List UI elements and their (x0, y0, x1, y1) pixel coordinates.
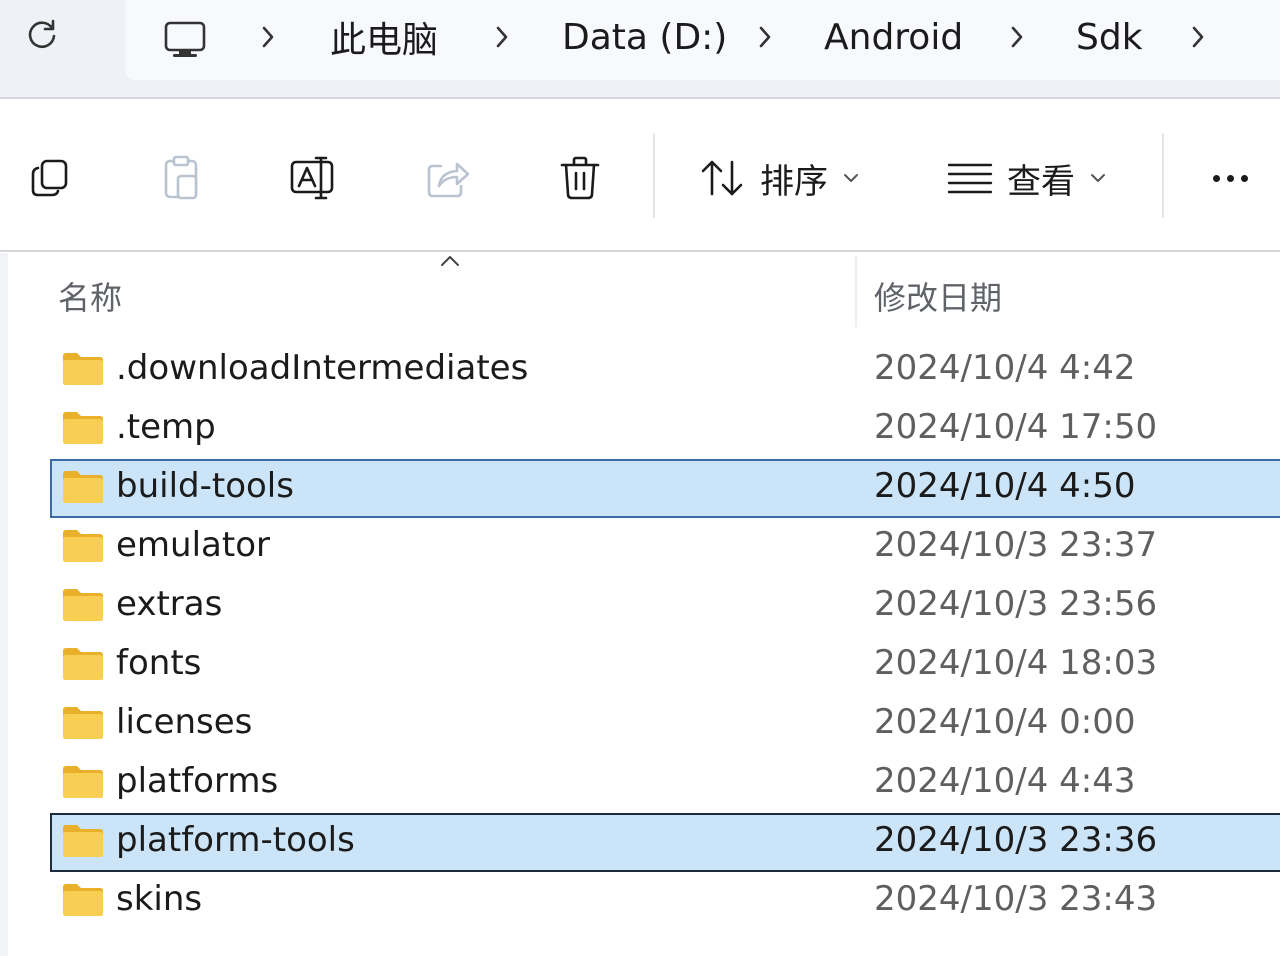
file-row[interactable]: .temp 2024/10/4 17:50 (50, 400, 1280, 459)
folder-icon (62, 647, 104, 681)
delete-icon (560, 156, 600, 200)
address-bar: 此电脑 Data (D:) Android Sdk (0, 0, 1280, 99)
sort-label: 排序 (760, 161, 828, 202)
more-icon[interactable] (1200, 148, 1260, 208)
delete-button[interactable] (550, 148, 610, 208)
file-modified-date: 2024/10/3 23:37 (874, 525, 1158, 565)
file-list: 名称 修改日期 .downloadIntermediates 2024/10/4 … (0, 253, 1280, 956)
file-row[interactable]: platform-tools 2024/10/3 23:36 (50, 813, 1280, 872)
sort-icon (701, 160, 743, 196)
file-row[interactable]: extras 2024/10/3 23:56 (50, 577, 1280, 636)
rename-button[interactable] (284, 148, 344, 208)
chevron-right-icon[interactable] (1183, 0, 1213, 74)
file-row[interactable]: build-tools 2024/10/4 4:50 (50, 459, 1280, 518)
folder-icon (62, 470, 104, 504)
file-name: emulator (116, 525, 270, 565)
column-divider[interactable] (855, 255, 857, 327)
column-header: 名称 修改日期 (0, 253, 1280, 331)
folder-icon (62, 411, 104, 445)
file-row[interactable]: licenses 2024/10/4 0:00 (50, 695, 1280, 754)
chevron-right-icon[interactable] (750, 0, 780, 74)
breadcrumb: 此电脑 Data (D:) Android Sdk (125, 0, 1280, 80)
toolbar-separator (1162, 133, 1164, 218)
column-header-name[interactable]: 名称 (58, 273, 122, 319)
folder-icon (62, 883, 104, 917)
folder-icon (62, 706, 104, 740)
file-modified-date: 2024/10/4 4:43 (874, 761, 1136, 801)
file-modified-date: 2024/10/4 4:50 (874, 466, 1136, 506)
chevron-right-icon[interactable] (1002, 0, 1032, 74)
file-modified-date: 2024/10/4 0:00 (874, 702, 1136, 742)
copy-icon (31, 159, 68, 197)
chevron-down-icon (844, 174, 858, 182)
file-row[interactable]: .downloadIntermediates 2024/10/4 4:42 (50, 341, 1280, 400)
file-modified-date: 2024/10/4 18:03 (874, 643, 1158, 683)
file-name: platform-tools (116, 820, 355, 860)
file-name: build-tools (116, 466, 294, 506)
breadcrumb-item[interactable]: Android (824, 0, 963, 74)
view-menu-button[interactable]: 查看 (947, 148, 1107, 208)
file-name: extras (116, 584, 223, 624)
breadcrumb-root[interactable] (125, 0, 245, 80)
file-name: platforms (116, 761, 279, 801)
sort-menu-button[interactable]: 排序 (700, 148, 860, 208)
file-modified-date: 2024/10/3 23:56 (874, 584, 1158, 624)
file-name: fonts (116, 643, 202, 683)
toolbar-separator (653, 133, 655, 218)
share-icon (427, 162, 470, 198)
folder-icon (62, 824, 104, 858)
folder-icon (62, 352, 104, 386)
copy-button[interactable] (20, 148, 80, 208)
refresh-icon (28, 19, 56, 49)
file-modified-date: 2024/10/3 23:43 (874, 879, 1158, 919)
paste-button[interactable] (152, 148, 212, 208)
file-name: .temp (116, 407, 216, 447)
computer-icon (164, 21, 206, 57)
view-list-icon (947, 163, 993, 194)
paste-icon (164, 155, 198, 200)
navigation-pane-edge (0, 253, 8, 956)
file-row[interactable]: emulator 2024/10/3 23:37 (50, 518, 1280, 577)
file-modified-date: 2024/10/4 17:50 (874, 407, 1158, 447)
file-name: skins (116, 879, 203, 919)
file-row[interactable]: skins 2024/10/3 23:43 (50, 872, 1280, 931)
rename-icon (290, 156, 334, 200)
file-modified-date: 2024/10/4 4:42 (874, 348, 1136, 388)
file-modified-date: 2024/10/3 23:36 (874, 820, 1158, 860)
file-row[interactable]: fonts 2024/10/4 18:03 (50, 636, 1280, 695)
chevron-right-icon[interactable] (487, 0, 517, 74)
command-bar: 排序 查看 (0, 101, 1280, 252)
refresh-button[interactable] (22, 15, 62, 55)
breadcrumb-item[interactable]: Data (D:) (562, 0, 727, 74)
folder-icon (62, 529, 104, 563)
folder-icon (62, 765, 104, 799)
file-name: licenses (116, 702, 253, 742)
file-row[interactable]: platforms 2024/10/4 4:43 (50, 754, 1280, 813)
column-header-date[interactable]: 修改日期 (874, 273, 1002, 319)
view-label: 查看 (1007, 161, 1075, 202)
file-name: .downloadIntermediates (116, 348, 529, 388)
sort-ascending-icon (441, 256, 459, 266)
folder-icon (62, 588, 104, 622)
share-button[interactable] (418, 148, 478, 208)
chevron-right-icon[interactable] (253, 0, 283, 74)
chevron-down-icon (1091, 174, 1105, 182)
breadcrumb-item[interactable]: 此电脑 (330, 0, 438, 74)
breadcrumb-item[interactable]: Sdk (1076, 0, 1143, 74)
